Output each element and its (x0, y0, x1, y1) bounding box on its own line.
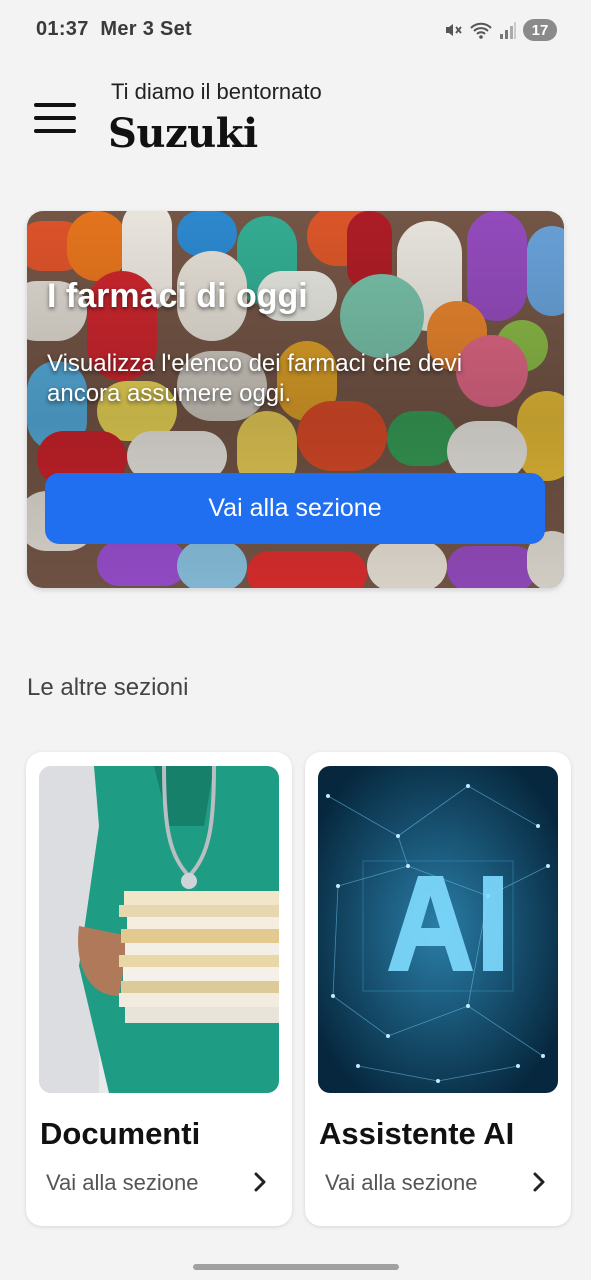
chevron-right-icon[interactable] (250, 1170, 270, 1194)
signal-icon (500, 22, 516, 39)
wifi-icon (470, 22, 492, 39)
hero-title: I farmaci di oggi (47, 277, 308, 315)
greeting-text: Ti diamo il bentornato (111, 79, 322, 104)
status-clock: 01:37 (36, 18, 89, 40)
mute-icon (446, 24, 462, 36)
status-time: 01:37 Mer 3 Set (36, 18, 192, 41)
go-to-medicines-button[interactable]: Vai alla sezione (45, 473, 545, 544)
status-date: Mer 3 Set (100, 18, 193, 40)
doctor-with-documents-photo (39, 766, 279, 1093)
documents-card-title: Documenti (40, 1116, 201, 1151)
menu-line (34, 103, 76, 107)
hamburger-menu-icon[interactable] (32, 100, 78, 136)
menu-line (34, 129, 76, 133)
status-bar: 01:37 Mer 3 Set 17 (0, 0, 591, 60)
menu-line (34, 116, 76, 120)
other-sections-label: Le altre sezioni (27, 674, 189, 701)
home-indicator[interactable] (193, 1264, 399, 1270)
ai-assistant-card-link[interactable]: Vai alla sezione (325, 1170, 477, 1196)
user-name: Suzuki (108, 110, 258, 157)
documents-card[interactable]: Documenti Vai alla sezione (26, 752, 292, 1226)
battery-icon: 17 (523, 19, 557, 41)
todays-medicines-card[interactable]: I farmaci di oggi Visualizza l'elenco de… (27, 211, 564, 588)
documents-card-link[interactable]: Vai alla sezione (46, 1170, 198, 1196)
status-icons: 17 (443, 18, 557, 42)
ai-assistant-card-title: Assistente AI (319, 1116, 515, 1151)
ai-assistant-card[interactable]: Assistente AI Vai alla sezione (305, 752, 571, 1226)
ai-network-photo (318, 766, 558, 1093)
chevron-right-icon[interactable] (529, 1170, 549, 1194)
hero-description: Visualizza l'elenco dei farmaci che devi… (47, 350, 463, 407)
